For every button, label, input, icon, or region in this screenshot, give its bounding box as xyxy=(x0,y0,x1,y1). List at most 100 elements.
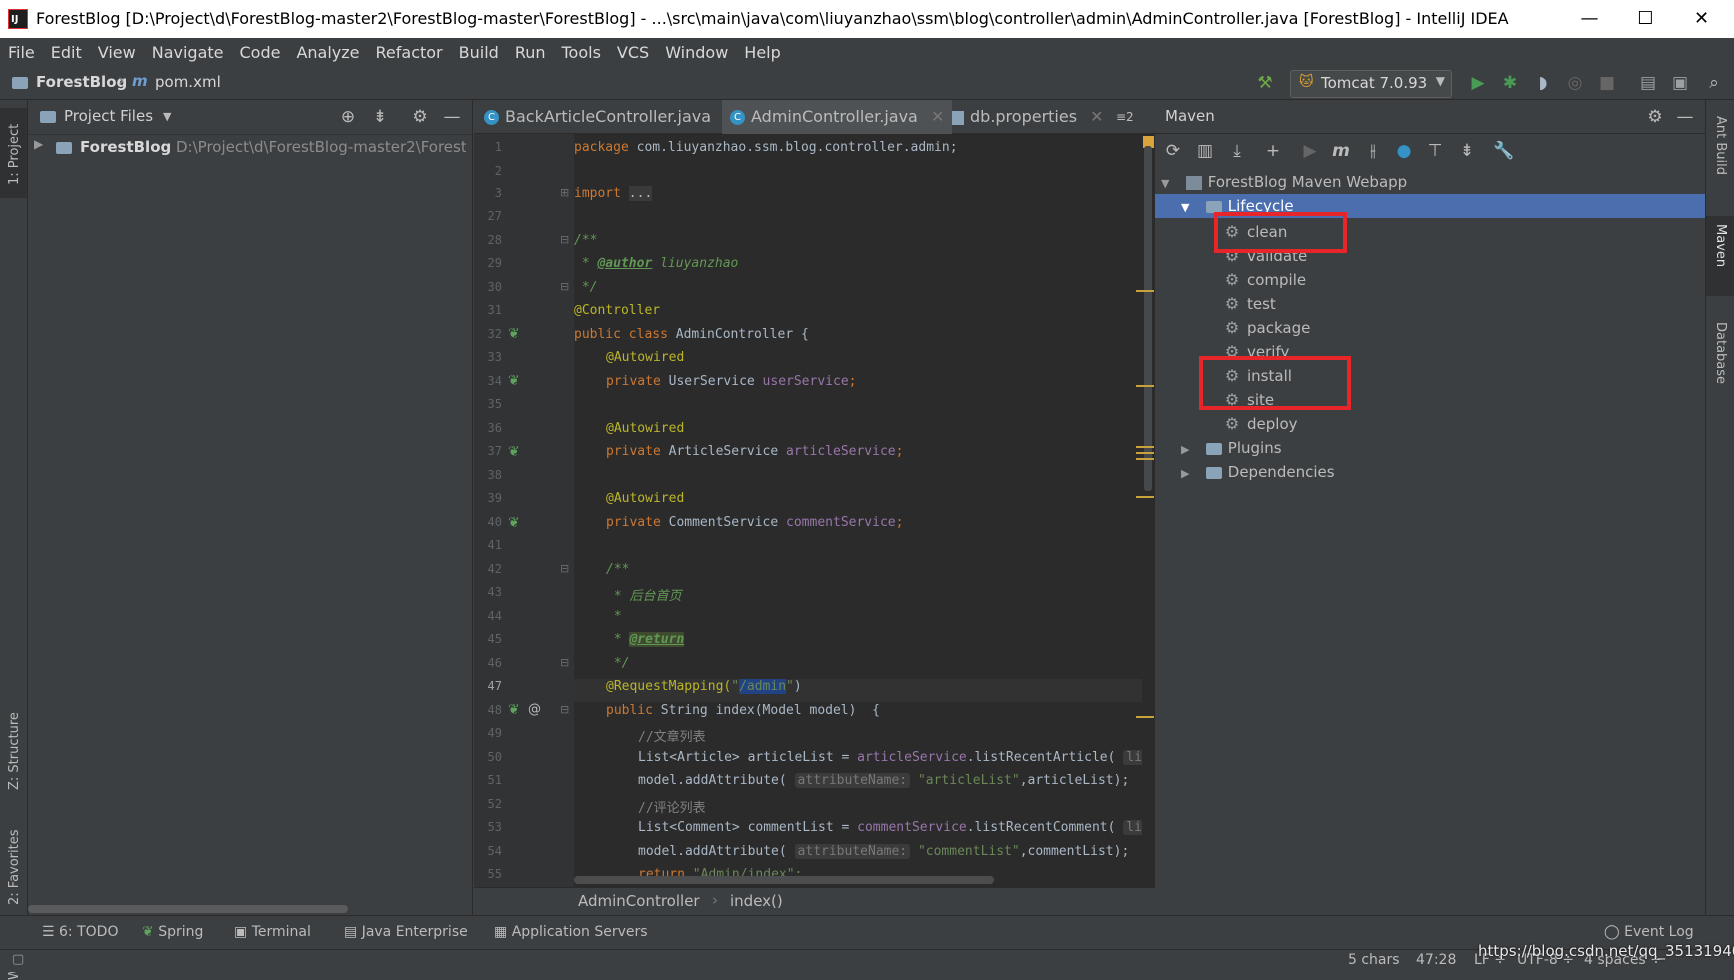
menu-window[interactable]: Window xyxy=(665,43,728,62)
hide-panel-icon[interactable]: — xyxy=(442,107,462,127)
java-enterprise-tool-button[interactable]: ▤ Java Enterprise xyxy=(344,924,468,940)
search-everywhere-icon[interactable]: ⌕ xyxy=(1704,73,1724,93)
lifecycle-deploy[interactable]: ⚙ deploy xyxy=(1223,412,1298,436)
tab-db-properties[interactable]: db.properties ✕ xyxy=(952,100,1104,134)
show-dependencies-icon[interactable]: ⊤ xyxy=(1425,141,1445,161)
warning-marker[interactable] xyxy=(1136,496,1154,498)
horizontal-scrollbar[interactable] xyxy=(28,905,348,913)
fold-icon[interactable]: ⊟ xyxy=(560,280,569,293)
spring-autowired-icon[interactable]: ❦ xyxy=(508,444,520,460)
tab-overflow-button[interactable]: ≡2 xyxy=(1116,100,1134,134)
lifecycle-compile[interactable]: ⚙ compile xyxy=(1223,268,1306,292)
presentation-icon[interactable]: ▣ xyxy=(1670,73,1690,93)
spring-autowired-icon[interactable]: ❦ xyxy=(508,373,520,389)
app-servers-tool-button[interactable]: ▦ Application Servers xyxy=(494,924,648,940)
fold-icon[interactable]: ⊞ xyxy=(560,186,569,199)
stop-icon[interactable]: ■ xyxy=(1597,73,1617,93)
close-tab-icon[interactable]: ✕ xyxy=(931,107,944,126)
run-config-selector[interactable]: 🐱 Tomcat 7.0.93 ▼ xyxy=(1290,70,1452,98)
code-editor[interactable]: package com.liuyanzhao.ssm.blog.controll… xyxy=(574,134,1142,887)
locate-crosshair-icon[interactable]: ⊕ xyxy=(338,107,358,127)
tab-backarticlecontroller[interactable]: CBackArticleController.java ✕ xyxy=(484,100,738,134)
menu-file[interactable]: File xyxy=(8,43,35,62)
editor-horizontal-scrollbar[interactable] xyxy=(574,876,994,884)
run-icon[interactable]: ▶ xyxy=(1468,73,1488,93)
warning-marker[interactable] xyxy=(1136,716,1154,718)
fold-icon[interactable]: ⊟ xyxy=(560,656,569,669)
fold-icon[interactable]: ⊟ xyxy=(560,703,569,716)
menu-analyze[interactable]: Analyze xyxy=(296,43,359,62)
lifecycle-test[interactable]: ⚙ test xyxy=(1223,292,1276,316)
menu-tools[interactable]: Tools xyxy=(562,43,601,62)
minimize-button[interactable]: — xyxy=(1562,0,1617,38)
download-icon[interactable]: ⤓ xyxy=(1227,141,1247,161)
menu-view[interactable]: View xyxy=(98,43,136,62)
editor-marker-strip[interactable] xyxy=(1136,134,1155,887)
expand-arrow-icon[interactable]: ▼ xyxy=(1181,196,1201,220)
maximize-button[interactable]: ☐ xyxy=(1618,0,1673,38)
caret-position[interactable]: 47:28 xyxy=(1416,952,1456,968)
build-hammer-icon[interactable]: ⚒ xyxy=(1255,73,1275,93)
settings-gear-icon[interactable]: ⚙ xyxy=(410,107,430,127)
maven-tool-label[interactable]: Maven xyxy=(1713,224,1728,267)
warning-marker[interactable] xyxy=(1136,446,1154,448)
add-project-icon[interactable]: + xyxy=(1263,141,1283,161)
tree-node-dependencies[interactable]: ▶ Dependencies xyxy=(1155,460,1705,484)
hide-panel-icon[interactable]: — xyxy=(1675,107,1695,127)
reimport-icon[interactable]: ⟳ xyxy=(1163,141,1183,161)
toggle-tool-windows-icon[interactable]: ▢ xyxy=(12,952,24,967)
warning-marker[interactable] xyxy=(1136,290,1154,292)
nav-project-crumb[interactable]: ForestBlog xyxy=(36,73,127,91)
expand-arrow-icon[interactable]: ▼ xyxy=(1161,172,1181,196)
toggle-offline-icon[interactable]: ⫲ xyxy=(1363,141,1383,161)
breadcrumb-class[interactable]: AdminController xyxy=(578,892,700,910)
todo-tool-button[interactable]: ☰ 6: TODO xyxy=(42,924,118,940)
collapse-all-icon[interactable]: ⇟ xyxy=(1457,141,1477,161)
project-view-selector[interactable]: Project Files xyxy=(64,107,153,125)
menu-vcs[interactable]: VCS xyxy=(617,43,649,62)
skip-tests-icon[interactable]: ● xyxy=(1394,141,1414,161)
database-tool-label[interactable]: Database xyxy=(1713,322,1728,384)
generate-sources-icon[interactable]: ▥ xyxy=(1195,141,1215,161)
ant-build-tool-label[interactable]: Ant Build xyxy=(1713,116,1728,175)
folded-imports[interactable]: ... xyxy=(628,186,653,201)
warning-marker[interactable] xyxy=(1136,385,1154,387)
project-tool-label[interactable]: 1: Project xyxy=(7,124,22,185)
request-mapping-at-icon[interactable]: @ xyxy=(528,702,541,717)
lifecycle-package[interactable]: ⚙ package xyxy=(1223,316,1311,340)
maven-settings-wrench-icon[interactable]: 🔧 xyxy=(1493,141,1514,161)
tree-node-root[interactable]: ▼ ForestBlog Maven Webapp xyxy=(1155,170,1705,194)
nav-file-crumb[interactable]: pom.xml xyxy=(155,73,221,91)
terminal-tool-button[interactable]: ▣ Terminal xyxy=(234,924,311,940)
settings-gear-icon[interactable]: ⚙ xyxy=(1645,107,1665,127)
warning-marker[interactable] xyxy=(1136,458,1154,460)
profile-icon[interactable]: ◎ xyxy=(1565,73,1585,93)
editor-vertical-scrollbar[interactable] xyxy=(1144,146,1152,491)
spring-bean-icon[interactable]: ❦ xyxy=(508,326,520,342)
debug-bug-icon[interactable]: ✱ xyxy=(1500,73,1520,93)
execute-maven-goal-icon[interactable]: m xyxy=(1331,141,1351,161)
menu-build[interactable]: Build xyxy=(459,43,499,62)
chevron-down-icon[interactable]: ▼ xyxy=(163,110,171,123)
breadcrumb-method[interactable]: index() xyxy=(730,892,783,910)
favorites-tool-label[interactable]: 2: Favorites xyxy=(7,829,22,905)
spring-tool-button[interactable]: ❦ Spring xyxy=(142,924,203,940)
fold-icon[interactable]: ⊟ xyxy=(560,562,569,575)
menu-help[interactable]: Help xyxy=(744,43,780,62)
tree-node-plugins[interactable]: ▶ Plugins xyxy=(1155,436,1705,460)
menu-code[interactable]: Code xyxy=(240,43,281,62)
fold-icon[interactable]: ⊟ xyxy=(560,233,569,246)
event-log-tool-button[interactable]: ◯ Event Log xyxy=(1604,924,1694,940)
menu-navigate[interactable]: Navigate xyxy=(152,43,224,62)
spring-mapping-icon[interactable]: ❦ xyxy=(508,702,520,718)
close-tab-icon[interactable]: ✕ xyxy=(1090,107,1103,126)
expand-arrow-icon[interactable]: ▶ xyxy=(1181,438,1201,462)
project-root-row[interactable]: ▶ ForestBlog D:\Project\d\ForestBlog-mas… xyxy=(28,134,472,160)
menu-run[interactable]: Run xyxy=(515,43,546,62)
menu-edit[interactable]: Edit xyxy=(51,43,82,62)
collapse-all-icon[interactable]: ⇟ xyxy=(370,107,390,127)
close-window-button[interactable]: ✕ xyxy=(1674,0,1729,38)
spring-autowired-icon[interactable]: ❦ xyxy=(508,515,520,531)
expand-arrow-icon[interactable]: ▶ xyxy=(1181,462,1201,486)
menu-refactor[interactable]: Refactor xyxy=(376,43,443,62)
